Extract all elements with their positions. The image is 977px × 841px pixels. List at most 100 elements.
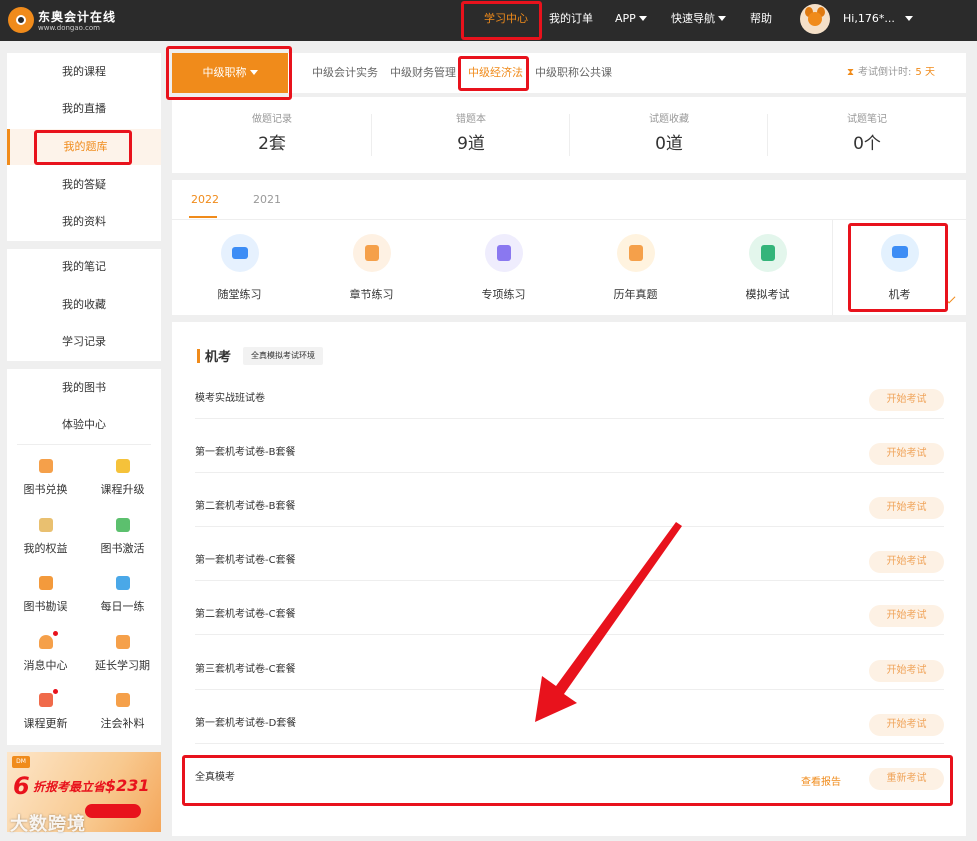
start-exam-button[interactable]: 开始考试 [869,443,944,465]
chevron-down-icon [904,16,913,21]
tab-public-course[interactable]: 中级职称公共课 [535,53,612,93]
promo-price: $231 [105,776,150,795]
tool-book-errata[interactable]: 图书勘误 [7,570,84,628]
upgrade-icon [115,459,130,473]
stat-label: 做题记录 [252,114,292,125]
nav-app[interactable]: APP [615,0,647,41]
nav-study-center[interactable]: 学习中心 [484,0,528,41]
tool-extend-study[interactable]: 延长学习期 [84,629,161,687]
tab-year-2022[interactable]: 2022 [191,181,219,219]
stat-wrong-questions[interactable]: 错题本 9道 [372,110,570,154]
category-mock-exam[interactable]: 模拟考试 [702,234,833,302]
category-classroom-practice[interactable]: 随堂练习 [174,234,305,302]
start-exam-button[interactable]: 开始考试 [869,497,944,519]
video-icon-shape [231,247,248,259]
exam-name: 第一套机考试卷-B套餐 [195,447,296,458]
start-exam-button[interactable]: 开始考试 [869,714,944,736]
category-chapter-practice[interactable]: 章节练习 [306,234,437,302]
tool-book-exchange[interactable]: 图书兑换 [7,453,84,511]
stat-question-notes[interactable]: 试题笔记 0个 [768,110,966,154]
sidebar-item-my-materials[interactable]: 我的资料 [7,204,161,240]
level-select-button[interactable]: 中级职称 [172,53,288,93]
sidebar-group-tools: 我的图书 体验中心 图书兑换 课程升级 我的权益 图书激活 图书勘误 每日一练 … [7,369,161,745]
tool-label: 我的权益 [23,542,68,555]
chevron-down-icon [718,16,726,21]
sidebar-item-my-live[interactable]: 我的直播 [7,91,161,127]
sidebar-item-my-notes[interactable]: 我的笔记 [7,249,161,285]
tab-year-2021[interactable]: 2021 [253,181,281,219]
sidebar-item-my-courses[interactable]: 我的课程 [7,54,161,90]
unread-dot [52,689,58,694]
stat-label: 试题笔记 [847,114,887,125]
view-report-link[interactable]: 查看报告 [801,773,841,788]
row-divider [195,743,944,744]
sidebar-item-my-favorites[interactable]: 我的收藏 [7,287,161,323]
stat-value: 9道 [457,134,485,154]
tool-cpa-supplement[interactable]: 注会补料 [84,687,161,745]
chapter-icon-shape [364,245,379,261]
user-avatar[interactable] [800,4,830,34]
category-special-practice[interactable]: 专项练习 [438,234,569,302]
stat-practice-records[interactable]: 做题记录 2套 [173,110,371,154]
exam-row: 第三套机考试卷-C套餐 开始考试 [195,650,944,704]
sidebar-item-my-question-bank[interactable]: 我的题库 [7,129,161,165]
exam-name: 第一套机考试卷-D套餐 [195,718,297,729]
stat-label: 试题收藏 [649,114,689,125]
tab-intermediate-accounting[interactable]: 中级会计实务 [312,53,378,93]
category-computer-exam[interactable]: 机考 [834,234,965,302]
avatar-face [808,12,822,26]
row-divider [195,418,944,419]
bell-icon [38,631,58,649]
tool-my-benefits[interactable]: 我的权益 [7,512,84,570]
category-label: 专项练习 [481,288,526,301]
tool-course-upgrade[interactable]: 课程升级 [84,453,161,511]
sidebar-group-main: 我的课程 我的直播 我的题库 我的答疑 我的资料 [7,53,161,241]
special-icon [484,234,523,272]
exam-row: 第二套机考试卷-C套餐 开始考试 [195,595,944,649]
tool-label: 课程更新 [23,717,68,730]
start-exam-button[interactable]: 开始考试 [869,389,944,411]
exchange-icon [38,459,53,473]
calendar-icon [115,635,130,649]
start-exam-button[interactable]: 开始考试 [869,551,944,573]
sidebar-item-study-records[interactable]: 学习记录 [7,324,161,360]
tool-label: 注会补料 [100,717,145,730]
nav-my-orders[interactable]: 我的订单 [549,0,593,41]
package-icon [115,693,130,707]
tool-book-activate[interactable]: 图书激活 [84,512,161,570]
stat-favorite-questions[interactable]: 试题收藏 0道 [570,110,768,154]
promo-button [85,804,141,818]
start-exam-button[interactable]: 开始考试 [869,660,944,682]
category-past-exams[interactable]: 历年真题 [570,234,701,302]
sidebar-item-my-answers[interactable]: 我的答疑 [7,167,161,203]
tab-financial-management[interactable]: 中级财务管理 [390,53,456,93]
year-tab-divider [172,219,966,220]
category-label: 随堂练习 [217,288,262,301]
star-doc-icon-shape [628,245,643,261]
countdown-label: 考试倒计时: [858,67,912,78]
dongao-logo-icon[interactable] [8,7,34,33]
user-menu[interactable]: Hi,176*... [843,0,913,41]
start-exam-button[interactable]: 开始考试 [869,605,944,627]
retake-exam-button[interactable]: 重新考试 [869,768,944,790]
tool-daily-practice[interactable]: 每日一练 [84,570,161,628]
special-icon-shape [496,245,511,261]
sidebar-item-my-books[interactable]: 我的图书 [7,370,161,406]
section-accent-bar [197,349,200,363]
nav-quick-navigation[interactable]: 快速导航 [671,0,726,41]
row-divider [195,689,944,690]
tab-economic-law[interactable]: 中级经济法 [468,53,523,93]
nav-app-label: APP [615,12,636,25]
exam-row: 模考实战班试卷 开始考试 [195,379,944,433]
sidebar-item-experience-center[interactable]: 体验中心 [7,407,161,443]
nav-help[interactable]: 帮助 [750,0,772,41]
exam-row: 第一套机考试卷-C套餐 开始考试 [195,541,944,595]
computer-icon-shape [891,246,908,258]
tool-message-center[interactable]: 消息中心 [7,629,84,687]
tool-course-updates[interactable]: 课程更新 [7,687,84,745]
practice-icon [115,576,130,590]
stat-value: 0道 [655,134,683,154]
brand-name[interactable]: 东奥会计在线 [38,8,116,25]
category-label: 章节练习 [349,288,394,301]
tool-label: 课程升级 [100,483,145,496]
